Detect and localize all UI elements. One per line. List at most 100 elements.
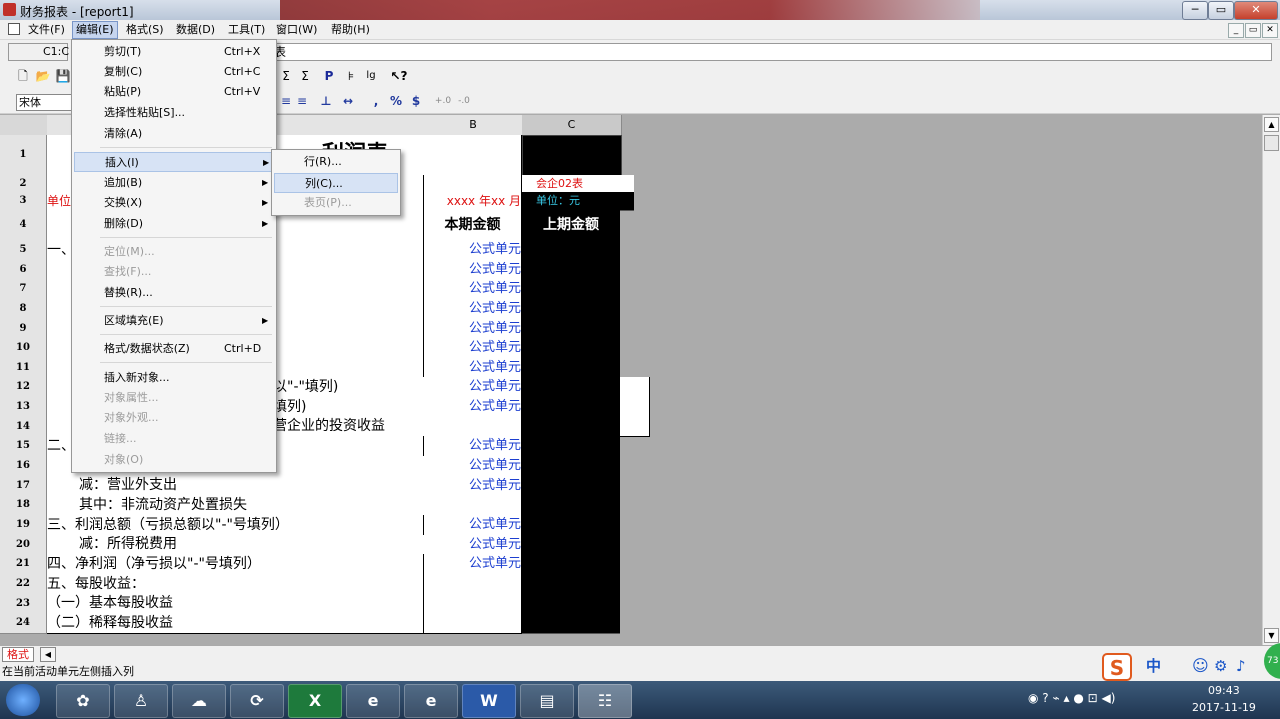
submenu-item-column[interactable]: 列(C)... xyxy=(274,173,398,193)
column-header-b[interactable]: B xyxy=(424,115,523,136)
menu-item-clear[interactable]: 清除(A) xyxy=(74,124,274,144)
menu-format[interactable]: 格式(S) xyxy=(123,22,167,38)
tray-icons[interactable]: ◉ ? ⌁ ▴ ● ⊡ ◀) xyxy=(1028,691,1115,705)
form-code-cell[interactable]: 会企02表 xyxy=(522,175,634,193)
sogou-ime-icon[interactable]: S xyxy=(1102,653,1132,681)
percent-format-icon[interactable]: % xyxy=(387,92,405,110)
menu-item-replace[interactable]: 替换(R)... xyxy=(74,283,274,303)
cell-c[interactable] xyxy=(522,515,620,536)
filter-icon[interactable]: ⊧ xyxy=(342,67,360,85)
menu-item-cut[interactable]: 剪切(T) Ctrl+X xyxy=(74,42,274,62)
cell-c[interactable] xyxy=(522,299,620,320)
row-header[interactable]: 16 xyxy=(0,456,47,477)
ime-mode-label[interactable]: 中 xyxy=(1146,657,1161,675)
new-file-icon[interactable]: 🗋 xyxy=(14,67,32,85)
menu-item-copy[interactable]: 复制(C) Ctrl+C xyxy=(74,62,274,82)
cell-c[interactable] xyxy=(522,436,620,457)
row-24-label[interactable]: （二）稀释每股收益 xyxy=(47,613,424,634)
horizontal-fit-icon[interactable]: ↔ xyxy=(339,92,357,110)
row-header[interactable]: 9 xyxy=(0,319,47,339)
menu-item-swap[interactable]: 交换(X) ▶ xyxy=(74,193,274,213)
row-header[interactable]: 1 xyxy=(0,135,47,176)
menu-item-locate[interactable]: 定位(M)... xyxy=(74,242,274,262)
cell-b24[interactable] xyxy=(424,613,522,634)
row-header[interactable]: 4 xyxy=(0,210,47,241)
row-18-label[interactable]: 其中：非流动资产处置损失 xyxy=(47,495,456,516)
formula-cell[interactable]: 公式单元 xyxy=(424,476,522,496)
cell-c[interactable] xyxy=(522,319,620,339)
menu-window[interactable]: 窗口(W) xyxy=(273,22,320,38)
row-header[interactable]: 23 xyxy=(0,594,47,614)
cell-c[interactable] xyxy=(522,377,620,398)
menu-data[interactable]: 数据(D) xyxy=(173,22,218,38)
scroll-up-icon[interactable]: ▲ xyxy=(1264,117,1279,132)
menu-file[interactable]: 文件(F) xyxy=(25,22,68,38)
row-header[interactable]: 21 xyxy=(0,554,47,575)
cell-b23[interactable] xyxy=(424,594,522,614)
scroll-down-icon[interactable]: ▼ xyxy=(1264,628,1279,643)
vertical-scrollbar[interactable]: ▲ ▼ xyxy=(1262,115,1280,645)
menu-item-format-state[interactable]: 格式/数据状态(Z) Ctrl+D xyxy=(74,339,274,359)
current-amount-header[interactable]: 本期金额 xyxy=(424,210,522,241)
formula-cell[interactable]: 公式单元 xyxy=(424,554,522,575)
menu-item-object[interactable]: 对象(O) xyxy=(74,450,274,470)
qq-app-icon[interactable]: ♙ xyxy=(114,684,168,718)
row-header[interactable]: 7 xyxy=(0,279,47,300)
cell-b1[interactable] xyxy=(424,135,522,175)
restore-button[interactable]: ▭ xyxy=(1208,1,1234,20)
align-right-icon[interactable]: ≡ xyxy=(293,92,311,110)
cell-b14[interactable] xyxy=(424,417,522,437)
cell-b18[interactable] xyxy=(424,495,522,516)
formula-cell[interactable]: 公式单元 xyxy=(424,338,522,359)
row-header[interactable]: 24 xyxy=(0,613,47,634)
cell-c[interactable] xyxy=(522,476,620,496)
row-header[interactable]: 13 xyxy=(0,397,47,418)
row-19-label[interactable]: 三、利润总额（亏损总额以"-"号填列） xyxy=(47,515,424,536)
row-header[interactable]: 8 xyxy=(0,299,47,320)
cell-c[interactable] xyxy=(522,495,620,516)
mdi-restore-button[interactable]: ▭ xyxy=(1245,23,1261,38)
vertical-align-icon[interactable]: ⊥ xyxy=(317,92,335,110)
currency-format-icon[interactable]: $ xyxy=(407,92,425,110)
minimize-button[interactable]: ─ xyxy=(1182,1,1208,20)
menu-item-delete[interactable]: 删除(D) ▶ xyxy=(74,214,274,234)
start-button-icon[interactable] xyxy=(6,684,40,716)
period-cell[interactable]: xxxx 年xx 月 xyxy=(424,192,522,211)
cell-c[interactable] xyxy=(522,397,620,418)
sum-icon[interactable]: Σ xyxy=(277,67,295,85)
cell-c[interactable] xyxy=(522,554,620,575)
cell-reference-box[interactable]: C1:C xyxy=(8,43,69,61)
row-header[interactable]: 20 xyxy=(0,535,47,555)
increase-decimal-icon[interactable]: +.0 xyxy=(434,92,452,110)
help-pointer-icon[interactable]: ↖? xyxy=(390,67,408,85)
column-header-c[interactable]: C xyxy=(522,115,622,136)
decrease-decimal-icon[interactable]: -.0 xyxy=(455,92,473,110)
submenu-item-row[interactable]: 行(R)... xyxy=(274,152,398,172)
font-name-select[interactable]: 宋体 xyxy=(16,94,76,111)
cell-b22[interactable] xyxy=(424,574,522,595)
tab-scroll-left-icon[interactable]: ◀ xyxy=(40,647,56,662)
row-header[interactable]: 15 xyxy=(0,436,47,457)
row-header[interactable]: 12 xyxy=(0,377,47,398)
menu-item-object-appearance[interactable]: 对象外观... xyxy=(74,408,274,428)
row-22-label[interactable]: 五、每股收益： xyxy=(47,574,424,595)
menu-tools[interactable]: 工具(T) xyxy=(225,22,268,38)
row-header[interactable]: 18 xyxy=(0,495,47,516)
menu-item-paste-special[interactable]: 选择性粘贴[S]... xyxy=(74,103,274,123)
app-icon[interactable] xyxy=(3,3,16,16)
menu-item-insert-object[interactable]: 插入新对象... xyxy=(74,368,274,388)
sheet-tab-format[interactable]: 格式 xyxy=(2,647,34,662)
close-button[interactable]: ✕ xyxy=(1234,1,1278,20)
word-app-icon[interactable]: W xyxy=(462,684,516,718)
save-icon[interactable]: 💾 xyxy=(54,67,72,85)
submenu-item-sheet[interactable]: 表页(P)... xyxy=(274,193,398,213)
microphone-icon[interactable]: ♪ xyxy=(1236,657,1246,675)
explorer-app-icon[interactable]: ▤ xyxy=(520,684,574,718)
formula-cell[interactable]: 公式单元 xyxy=(424,358,522,378)
cell-c[interactable] xyxy=(522,260,620,280)
cell-b2[interactable] xyxy=(424,175,522,192)
row-header[interactable]: 17 xyxy=(0,476,47,496)
menu-help[interactable]: 帮助(H) xyxy=(328,22,373,38)
cell-c[interactable] xyxy=(522,240,620,261)
cell-c[interactable] xyxy=(522,613,620,634)
